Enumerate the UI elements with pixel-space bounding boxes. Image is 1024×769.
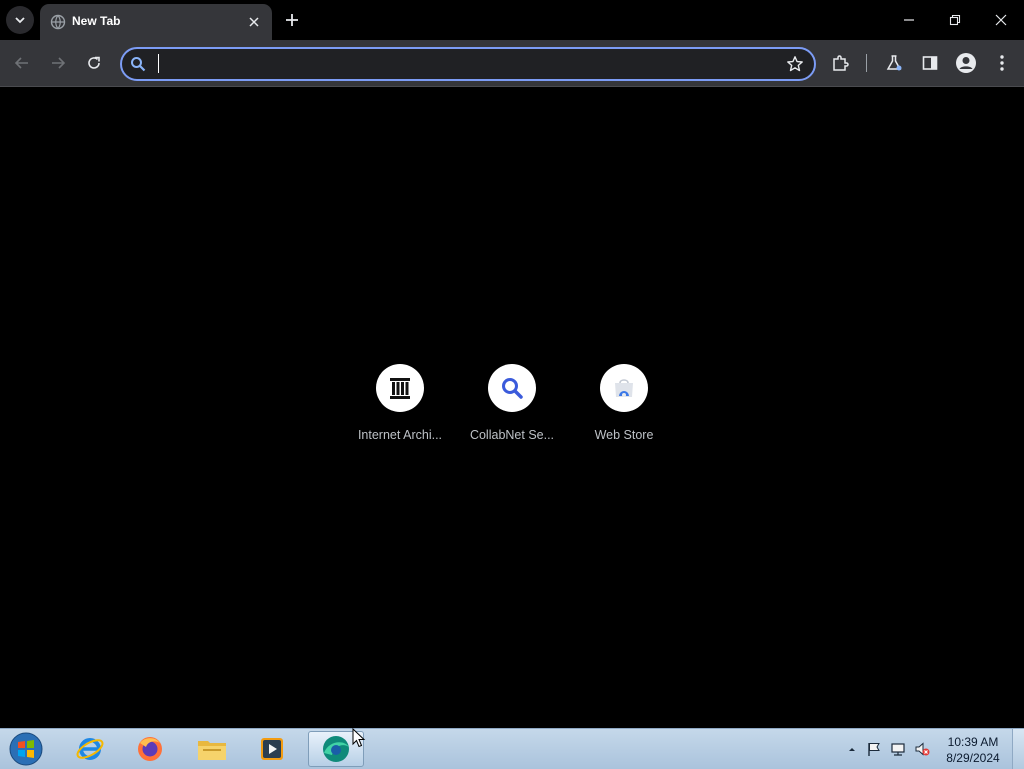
speaker-muted-icon — [915, 742, 930, 756]
shortcut-collabnet[interactable]: CollabNet Se... — [462, 364, 562, 454]
tab-search-button[interactable] — [6, 6, 34, 34]
globe-icon — [50, 14, 66, 30]
close-icon — [249, 17, 259, 27]
show-desktop-button[interactable] — [1012, 729, 1024, 769]
network-icon — [891, 743, 905, 756]
shortcut-label: CollabNet Se... — [469, 428, 555, 442]
taskbar-media-player[interactable] — [244, 731, 300, 767]
flask-icon — [886, 55, 902, 71]
clock-time: 10:39 AM — [947, 735, 999, 749]
tab-strip: New Tab — [0, 0, 1024, 40]
reload-icon — [88, 56, 100, 69]
profile-button[interactable] — [954, 51, 978, 75]
web-store-icon — [615, 379, 633, 397]
ie-icon — [76, 738, 104, 760]
folder-icon — [198, 741, 226, 760]
search-icon — [131, 57, 146, 72]
reload-button[interactable] — [80, 49, 108, 77]
close-icon — [995, 14, 1007, 26]
avatar-icon — [956, 53, 976, 73]
flag-icon — [868, 743, 880, 756]
tab-new-tab[interactable]: New Tab — [40, 4, 272, 40]
firefox-icon — [138, 737, 162, 761]
taskbar-file-explorer[interactable] — [184, 731, 240, 767]
toolbar-separator — [0, 86, 1024, 87]
windows-logo-icon — [9, 732, 43, 766]
shortcut-icon-circle — [600, 364, 648, 412]
media-player-icon — [261, 738, 283, 760]
side-panel-icon — [922, 56, 938, 70]
forward-button[interactable] — [44, 49, 72, 77]
arrow-left-icon — [14, 57, 28, 69]
shortcut-label: Internet Archi... — [357, 428, 443, 442]
text-caret — [158, 54, 159, 73]
plus-icon — [286, 14, 298, 26]
action-center-icon[interactable] — [866, 741, 882, 757]
network-icon[interactable] — [890, 741, 906, 757]
shortcut-tiles: Internet Archi... CollabNet Se... Web St… — [0, 364, 1024, 454]
mouse-cursor-icon — [352, 728, 366, 748]
archive-building-icon — [390, 378, 410, 399]
back-button[interactable] — [8, 49, 36, 77]
shortcut-internet-archive[interactable]: Internet Archi... — [350, 364, 450, 454]
new-tab-button[interactable] — [280, 8, 304, 32]
tab-title: New Tab — [72, 14, 121, 28]
puzzle-icon — [833, 55, 849, 71]
restore-button[interactable] — [932, 0, 978, 40]
minimize-icon — [904, 19, 914, 21]
shortcut-icon-circle — [488, 364, 536, 412]
side-panel-button[interactable] — [918, 51, 942, 75]
labs-button[interactable] — [882, 51, 906, 75]
minimize-button[interactable] — [886, 0, 932, 40]
browser-icon — [323, 736, 349, 762]
address-input[interactable] — [158, 53, 758, 75]
arrow-right-icon — [52, 57, 66, 69]
taskbar-internet-explorer[interactable] — [62, 731, 118, 767]
restore-icon — [949, 14, 961, 26]
shortcut-icon-circle — [376, 364, 424, 412]
shortcut-label: Web Store — [594, 428, 654, 442]
kebab-menu-icon — [1000, 55, 1004, 71]
extensions-button[interactable] — [828, 51, 852, 75]
clock-date: 8/29/2024 — [946, 751, 1000, 765]
star-icon[interactable] — [786, 55, 804, 73]
volume-muted-icon[interactable] — [914, 741, 930, 757]
menu-button[interactable] — [990, 51, 1014, 75]
show-hidden-icons-button[interactable] — [844, 741, 860, 757]
close-window-button[interactable] — [978, 0, 1024, 40]
magnifier-icon — [502, 378, 523, 399]
chevron-down-icon — [15, 17, 25, 24]
tab-close-button[interactable] — [244, 12, 264, 32]
address-bar[interactable] — [120, 47, 816, 81]
shortcut-web-store[interactable]: Web Store — [574, 364, 674, 454]
start-button[interactable] — [6, 731, 46, 767]
taskbar-firefox[interactable] — [122, 731, 178, 767]
windows-taskbar: 10:39 AM 8/29/2024 — [0, 728, 1024, 769]
toolbar-divider — [866, 54, 867, 72]
taskbar-clock[interactable]: 10:39 AM 8/29/2024 — [940, 734, 1006, 766]
chevron-up-icon — [849, 748, 855, 751]
